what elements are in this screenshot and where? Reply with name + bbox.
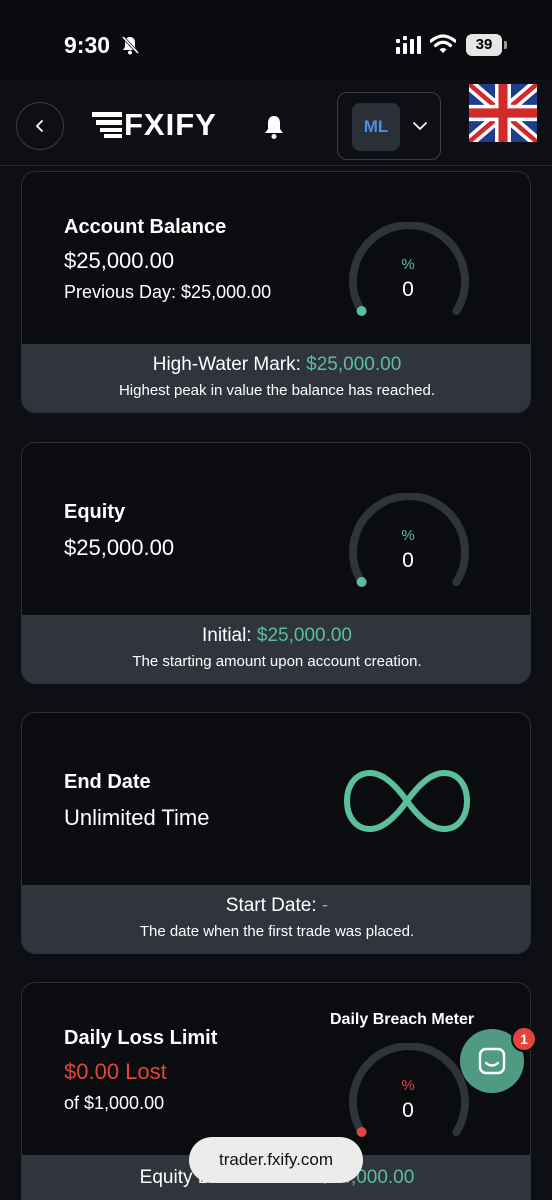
- back-button[interactable]: [16, 102, 64, 150]
- infinity-icon: [343, 769, 471, 833]
- account-switcher[interactable]: ML: [337, 92, 441, 160]
- avatar: ML: [352, 103, 400, 151]
- notification-bell-icon[interactable]: [262, 114, 286, 140]
- card-footer: Start Date: - The date when the first tr…: [22, 885, 530, 953]
- chat-notification-badge: 1: [511, 1026, 537, 1052]
- fxify-logo[interactable]: FXIFY: [92, 107, 217, 142]
- initial-note: The starting amount upon account creatio…: [132, 653, 422, 670]
- card-title: Daily Loss Limit: [64, 1027, 218, 1049]
- high-water-mark-label: High-Water Mark:: [152, 354, 307, 375]
- previous-day-balance: Previous Day: $25,000.00: [64, 282, 272, 302]
- initial-label: Initial:: [201, 625, 257, 646]
- card-title: End Date: [64, 771, 151, 793]
- uk-flag-icon[interactable]: [469, 84, 537, 142]
- logo-text: FXIFY: [124, 107, 217, 142]
- card-title: Account Balance: [64, 216, 227, 238]
- end-date-value: Unlimited Time: [64, 805, 210, 830]
- account-balance-card: Account Balance $25,000.00 Previous Day:…: [21, 171, 531, 413]
- gauge-value: 0: [402, 278, 414, 301]
- chat-icon: [478, 1047, 506, 1075]
- wifi-icon: [430, 34, 456, 53]
- status-time: 9:30: [64, 32, 111, 58]
- app-header: FXIFY ML: [0, 80, 552, 166]
- gauge-value: 0: [402, 1099, 414, 1122]
- logo-mark-icon: [92, 112, 122, 138]
- card-footer: Initial: $25,000.00 The starting amount …: [22, 615, 530, 683]
- start-date-note: The date when the first trade was placed…: [139, 923, 415, 940]
- daily-loss-value: $0.00 Lost: [64, 1059, 167, 1084]
- gauge-value: 0: [402, 549, 414, 572]
- balance-value: $25,000.00: [64, 248, 175, 273]
- card-footer: High-Water Mark: $25,000.00 Highest peak…: [22, 344, 530, 412]
- cellular-signal-icon: [396, 36, 421, 54]
- high-water-mark-note: Highest peak in value the balance has re…: [118, 382, 436, 399]
- status-bar: 9:30 39: [0, 0, 552, 80]
- chevron-down-icon: [413, 122, 427, 131]
- start-date-label: Start Date:: [225, 895, 322, 916]
- gauge-percent-label: %: [401, 1077, 415, 1094]
- equity-card: Equity $25,000.00 % 0 Initial: $25,000.0…: [21, 442, 531, 684]
- gauge-percent-label: %: [401, 527, 415, 544]
- bell-off-icon: [121, 35, 140, 55]
- chevron-left-icon: [35, 120, 43, 132]
- daily-breach-meter-title: Daily Breach Meter: [330, 1011, 475, 1028]
- battery-indicator: 39: [466, 34, 507, 56]
- gauge-percent-label: %: [401, 256, 415, 273]
- start-date-value: -: [321, 895, 329, 916]
- card-title: Equity: [64, 501, 126, 523]
- daily-loss-limit-amount: of $1,000.00: [64, 1093, 165, 1113]
- end-date-card: End Date Unlimited Time Start Date: - Th…: [21, 712, 531, 954]
- browser-url-bar[interactable]: trader.fxify.com: [189, 1137, 363, 1183]
- equity-value: $25,000.00: [64, 535, 175, 560]
- initial-value: $25,000.00: [256, 625, 352, 646]
- high-water-mark-value: $25,000.00: [306, 354, 402, 375]
